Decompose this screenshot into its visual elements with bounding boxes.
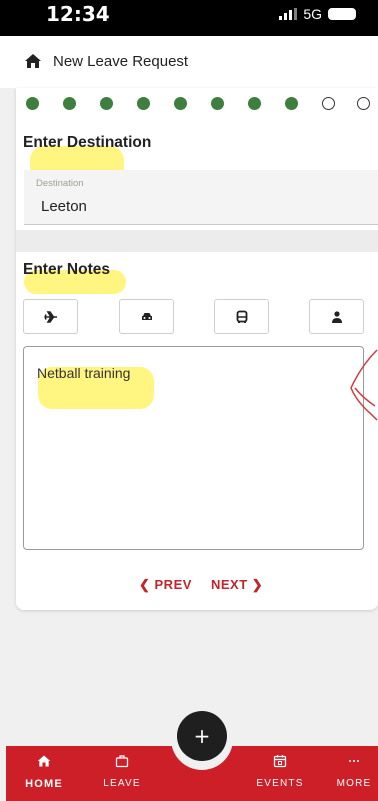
step-dot-done [100,97,113,110]
destination-input-value[interactable]: Leeton [41,198,87,215]
next-label: NEXT [211,577,248,592]
signal-icon [279,8,298,20]
notes-text: Netball training [37,365,131,381]
home-icon[interactable] [24,53,42,69]
step-dot-done [211,97,224,110]
chevron-right-icon: ❯ [247,577,264,592]
nav-item-home[interactable]: HOME [14,754,74,796]
status-indicators: 5G [279,6,356,22]
app-header: New Leave Request [0,36,378,88]
transport-plane-button[interactable] [23,299,78,334]
nav-item-events[interactable]: EVENTS [250,754,310,796]
destination-field[interactable]: Destination Leeton [24,170,378,225]
status-bar: 12:34 5G [0,0,378,36]
step-dot-pending [322,97,335,110]
transport-bus-button[interactable] [214,299,269,334]
step-dot-done [248,97,261,110]
chevron-left-icon: ❮ [139,577,155,592]
battery-icon [328,8,356,20]
nav-label-leave: LEAVE [103,778,141,789]
nav-label-home: HOME [25,778,63,790]
next-button[interactable]: NEXT ❯ [211,577,263,593]
bus-icon [236,310,247,323]
step-dot-done [285,97,298,110]
transport-person-button[interactable] [309,299,364,334]
network-label: 5G [303,6,322,22]
airplane-icon [43,310,57,323]
nav-item-leave[interactable]: LEAVE [92,754,152,796]
calendar-icon [273,755,287,768]
transport-car-button[interactable] [119,299,174,334]
nav-label-events: EVENTS [256,778,304,789]
briefcase-icon [115,755,129,768]
nav-label-more: MORE [336,778,372,789]
person-icon [331,310,342,323]
step-dot-done [174,97,187,110]
notes-textarea[interactable]: Netball training [23,346,364,550]
add-fab-button[interactable]: + [177,711,227,761]
destination-section-title: Enter Destination [23,134,152,151]
red-scribble-annotation [350,349,378,421]
prev-label: PREV [154,577,192,592]
car-icon [141,312,152,320]
step-dot-done [137,97,150,110]
destination-field-label: Destination [36,178,84,189]
home-icon [37,755,51,767]
page-title: New Leave Request [53,53,189,70]
section-divider [16,230,378,252]
more-icon [349,760,359,762]
step-dot-done [63,97,76,110]
step-dot-done [26,97,39,110]
nav-item-more[interactable]: MORE [327,754,378,796]
prev-button[interactable]: ❮ PREV [139,577,192,593]
step-dot-pending [357,97,370,110]
notes-section-title: Enter Notes [23,261,110,278]
status-time: 12:34 [46,2,110,26]
